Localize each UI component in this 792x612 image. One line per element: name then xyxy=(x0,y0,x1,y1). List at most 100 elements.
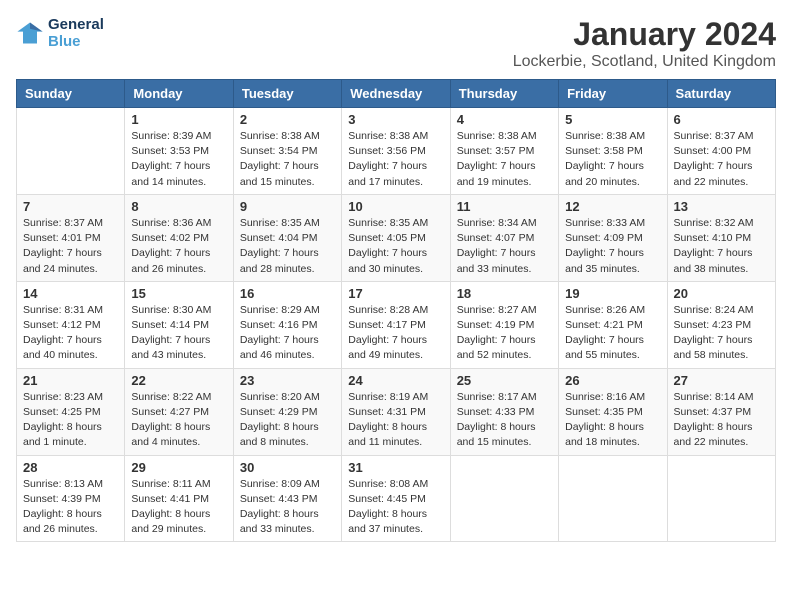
day-info: Sunrise: 8:38 AM Sunset: 3:56 PM Dayligh… xyxy=(348,129,443,190)
day-info: Sunrise: 8:27 AM Sunset: 4:19 PM Dayligh… xyxy=(457,303,552,364)
day-number: 20 xyxy=(674,286,769,301)
day-info: Sunrise: 8:20 AM Sunset: 4:29 PM Dayligh… xyxy=(240,390,335,451)
day-number: 26 xyxy=(565,373,660,388)
day-number: 5 xyxy=(565,112,660,127)
day-info: Sunrise: 8:19 AM Sunset: 4:31 PM Dayligh… xyxy=(348,390,443,451)
day-number: 19 xyxy=(565,286,660,301)
day-cell: 6 Sunrise: 8:37 AM Sunset: 4:00 PM Daylig… xyxy=(667,108,775,195)
weekday-header-row: SundayMondayTuesdayWednesdayThursdayFrid… xyxy=(17,80,776,108)
day-cell: 8 Sunrise: 8:36 AM Sunset: 4:02 PM Daylig… xyxy=(125,194,233,281)
day-info: Sunrise: 8:33 AM Sunset: 4:09 PM Dayligh… xyxy=(565,216,660,277)
day-number: 23 xyxy=(240,373,335,388)
logo-text: General Blue xyxy=(48,16,104,50)
day-cell: 22 Sunrise: 8:22 AM Sunset: 4:27 PM Dayli… xyxy=(125,368,233,455)
day-cell xyxy=(17,108,125,195)
day-info: Sunrise: 8:17 AM Sunset: 4:33 PM Dayligh… xyxy=(457,390,552,451)
weekday-header-thursday: Thursday xyxy=(450,80,558,108)
day-number: 10 xyxy=(348,199,443,214)
day-number: 22 xyxy=(131,373,226,388)
day-info: Sunrise: 8:22 AM Sunset: 4:27 PM Dayligh… xyxy=(131,390,226,451)
calendar-table: SundayMondayTuesdayWednesdayThursdayFrid… xyxy=(16,79,776,542)
day-info: Sunrise: 8:28 AM Sunset: 4:17 PM Dayligh… xyxy=(348,303,443,364)
day-number: 25 xyxy=(457,373,552,388)
day-info: Sunrise: 8:29 AM Sunset: 4:16 PM Dayligh… xyxy=(240,303,335,364)
day-cell: 19 Sunrise: 8:26 AM Sunset: 4:21 PM Dayli… xyxy=(559,281,667,368)
day-cell: 30 Sunrise: 8:09 AM Sunset: 4:43 PM Dayli… xyxy=(233,455,341,542)
calendar-subtitle: Lockerbie, Scotland, United Kingdom xyxy=(513,53,776,71)
day-info: Sunrise: 8:37 AM Sunset: 4:00 PM Dayligh… xyxy=(674,129,769,190)
day-number: 6 xyxy=(674,112,769,127)
day-cell: 5 Sunrise: 8:38 AM Sunset: 3:58 PM Daylig… xyxy=(559,108,667,195)
day-info: Sunrise: 8:24 AM Sunset: 4:23 PM Dayligh… xyxy=(674,303,769,364)
day-cell xyxy=(450,455,558,542)
weekday-header-monday: Monday xyxy=(125,80,233,108)
weekday-header-sunday: Sunday xyxy=(17,80,125,108)
day-cell: 21Sunrise: 8:23 AM Sunset: 4:25 PM Dayli… xyxy=(17,368,125,455)
week-row-2: 7 Sunrise: 8:37 AM Sunset: 4:01 PM Daylig… xyxy=(17,194,776,281)
day-cell xyxy=(559,455,667,542)
day-number: 24 xyxy=(348,373,443,388)
day-cell: 2 Sunrise: 8:38 AM Sunset: 3:54 PM Daylig… xyxy=(233,108,341,195)
weekday-header-saturday: Saturday xyxy=(667,80,775,108)
day-info: Sunrise: 8:16 AM Sunset: 4:35 PM Dayligh… xyxy=(565,390,660,451)
day-info: Sunrise: 8:32 AM Sunset: 4:10 PM Dayligh… xyxy=(674,216,769,277)
day-cell: 17Sunrise: 8:28 AM Sunset: 4:17 PM Dayli… xyxy=(342,281,450,368)
day-cell: 14 Sunrise: 8:31 AM Sunset: 4:12 PM Dayli… xyxy=(17,281,125,368)
day-info: Sunrise: 8:39 AM Sunset: 3:53 PM Dayligh… xyxy=(131,129,226,190)
title-area: January 2024 Lockerbie, Scotland, United… xyxy=(513,16,776,71)
day-cell: 15 Sunrise: 8:30 AM Sunset: 4:14 PM Dayli… xyxy=(125,281,233,368)
day-number: 28 xyxy=(23,460,118,475)
day-info: Sunrise: 8:08 AM Sunset: 4:45 PM Dayligh… xyxy=(348,477,443,538)
day-cell: 3 Sunrise: 8:38 AM Sunset: 3:56 PM Daylig… xyxy=(342,108,450,195)
day-info: Sunrise: 8:23 AM Sunset: 4:25 PM Dayligh… xyxy=(23,390,118,451)
weekday-header-wednesday: Wednesday xyxy=(342,80,450,108)
weekday-header-tuesday: Tuesday xyxy=(233,80,341,108)
week-row-5: 28 Sunrise: 8:13 AM Sunset: 4:39 PM Dayli… xyxy=(17,455,776,542)
day-info: Sunrise: 8:35 AM Sunset: 4:05 PM Dayligh… xyxy=(348,216,443,277)
day-info: Sunrise: 8:11 AM Sunset: 4:41 PM Dayligh… xyxy=(131,477,226,538)
day-info: Sunrise: 8:38 AM Sunset: 3:58 PM Dayligh… xyxy=(565,129,660,190)
day-cell: 13Sunrise: 8:32 AM Sunset: 4:10 PM Dayli… xyxy=(667,194,775,281)
day-number: 16 xyxy=(240,286,335,301)
day-number: 12 xyxy=(565,199,660,214)
day-info: Sunrise: 8:09 AM Sunset: 4:43 PM Dayligh… xyxy=(240,477,335,538)
day-number: 11 xyxy=(457,199,552,214)
day-cell: 20 Sunrise: 8:24 AM Sunset: 4:23 PM Dayli… xyxy=(667,281,775,368)
day-info: Sunrise: 8:37 AM Sunset: 4:01 PM Dayligh… xyxy=(23,216,118,277)
day-number: 15 xyxy=(131,286,226,301)
day-cell: 16 Sunrise: 8:29 AM Sunset: 4:16 PM Dayli… xyxy=(233,281,341,368)
calendar-title: January 2024 xyxy=(513,16,776,53)
day-cell xyxy=(667,455,775,542)
day-info: Sunrise: 8:31 AM Sunset: 4:12 PM Dayligh… xyxy=(23,303,118,364)
day-cell: 4Sunrise: 8:38 AM Sunset: 3:57 PM Daylig… xyxy=(450,108,558,195)
day-cell: 28 Sunrise: 8:13 AM Sunset: 4:39 PM Dayli… xyxy=(17,455,125,542)
page-header: General Blue January 2024 Lockerbie, Sco… xyxy=(16,16,776,71)
day-number: 14 xyxy=(23,286,118,301)
day-cell: 29 Sunrise: 8:11 AM Sunset: 4:41 PM Dayli… xyxy=(125,455,233,542)
day-info: Sunrise: 8:36 AM Sunset: 4:02 PM Dayligh… xyxy=(131,216,226,277)
day-cell: 12 Sunrise: 8:33 AM Sunset: 4:09 PM Dayli… xyxy=(559,194,667,281)
day-number: 30 xyxy=(240,460,335,475)
day-number: 9 xyxy=(240,199,335,214)
day-info: Sunrise: 8:38 AM Sunset: 3:54 PM Dayligh… xyxy=(240,129,335,190)
day-cell: 18Sunrise: 8:27 AM Sunset: 4:19 PM Dayli… xyxy=(450,281,558,368)
week-row-1: 1 Sunrise: 8:39 AM Sunset: 3:53 PM Daylig… xyxy=(17,108,776,195)
day-number: 8 xyxy=(131,199,226,214)
day-cell: 7 Sunrise: 8:37 AM Sunset: 4:01 PM Daylig… xyxy=(17,194,125,281)
day-number: 1 xyxy=(131,112,226,127)
day-cell: 26 Sunrise: 8:16 AM Sunset: 4:35 PM Dayli… xyxy=(559,368,667,455)
logo-icon xyxy=(16,19,44,47)
day-info: Sunrise: 8:13 AM Sunset: 4:39 PM Dayligh… xyxy=(23,477,118,538)
day-number: 29 xyxy=(131,460,226,475)
day-info: Sunrise: 8:34 AM Sunset: 4:07 PM Dayligh… xyxy=(457,216,552,277)
day-number: 2 xyxy=(240,112,335,127)
day-cell: 11 Sunrise: 8:34 AM Sunset: 4:07 PM Dayli… xyxy=(450,194,558,281)
day-info: Sunrise: 8:38 AM Sunset: 3:57 PM Dayligh… xyxy=(457,129,552,190)
day-cell: 24 Sunrise: 8:19 AM Sunset: 4:31 PM Dayli… xyxy=(342,368,450,455)
day-info: Sunrise: 8:14 AM Sunset: 4:37 PM Dayligh… xyxy=(674,390,769,451)
day-cell: 1 Sunrise: 8:39 AM Sunset: 3:53 PM Daylig… xyxy=(125,108,233,195)
day-number: 3 xyxy=(348,112,443,127)
day-info: Sunrise: 8:26 AM Sunset: 4:21 PM Dayligh… xyxy=(565,303,660,364)
day-info: Sunrise: 8:30 AM Sunset: 4:14 PM Dayligh… xyxy=(131,303,226,364)
day-number: 7 xyxy=(23,199,118,214)
